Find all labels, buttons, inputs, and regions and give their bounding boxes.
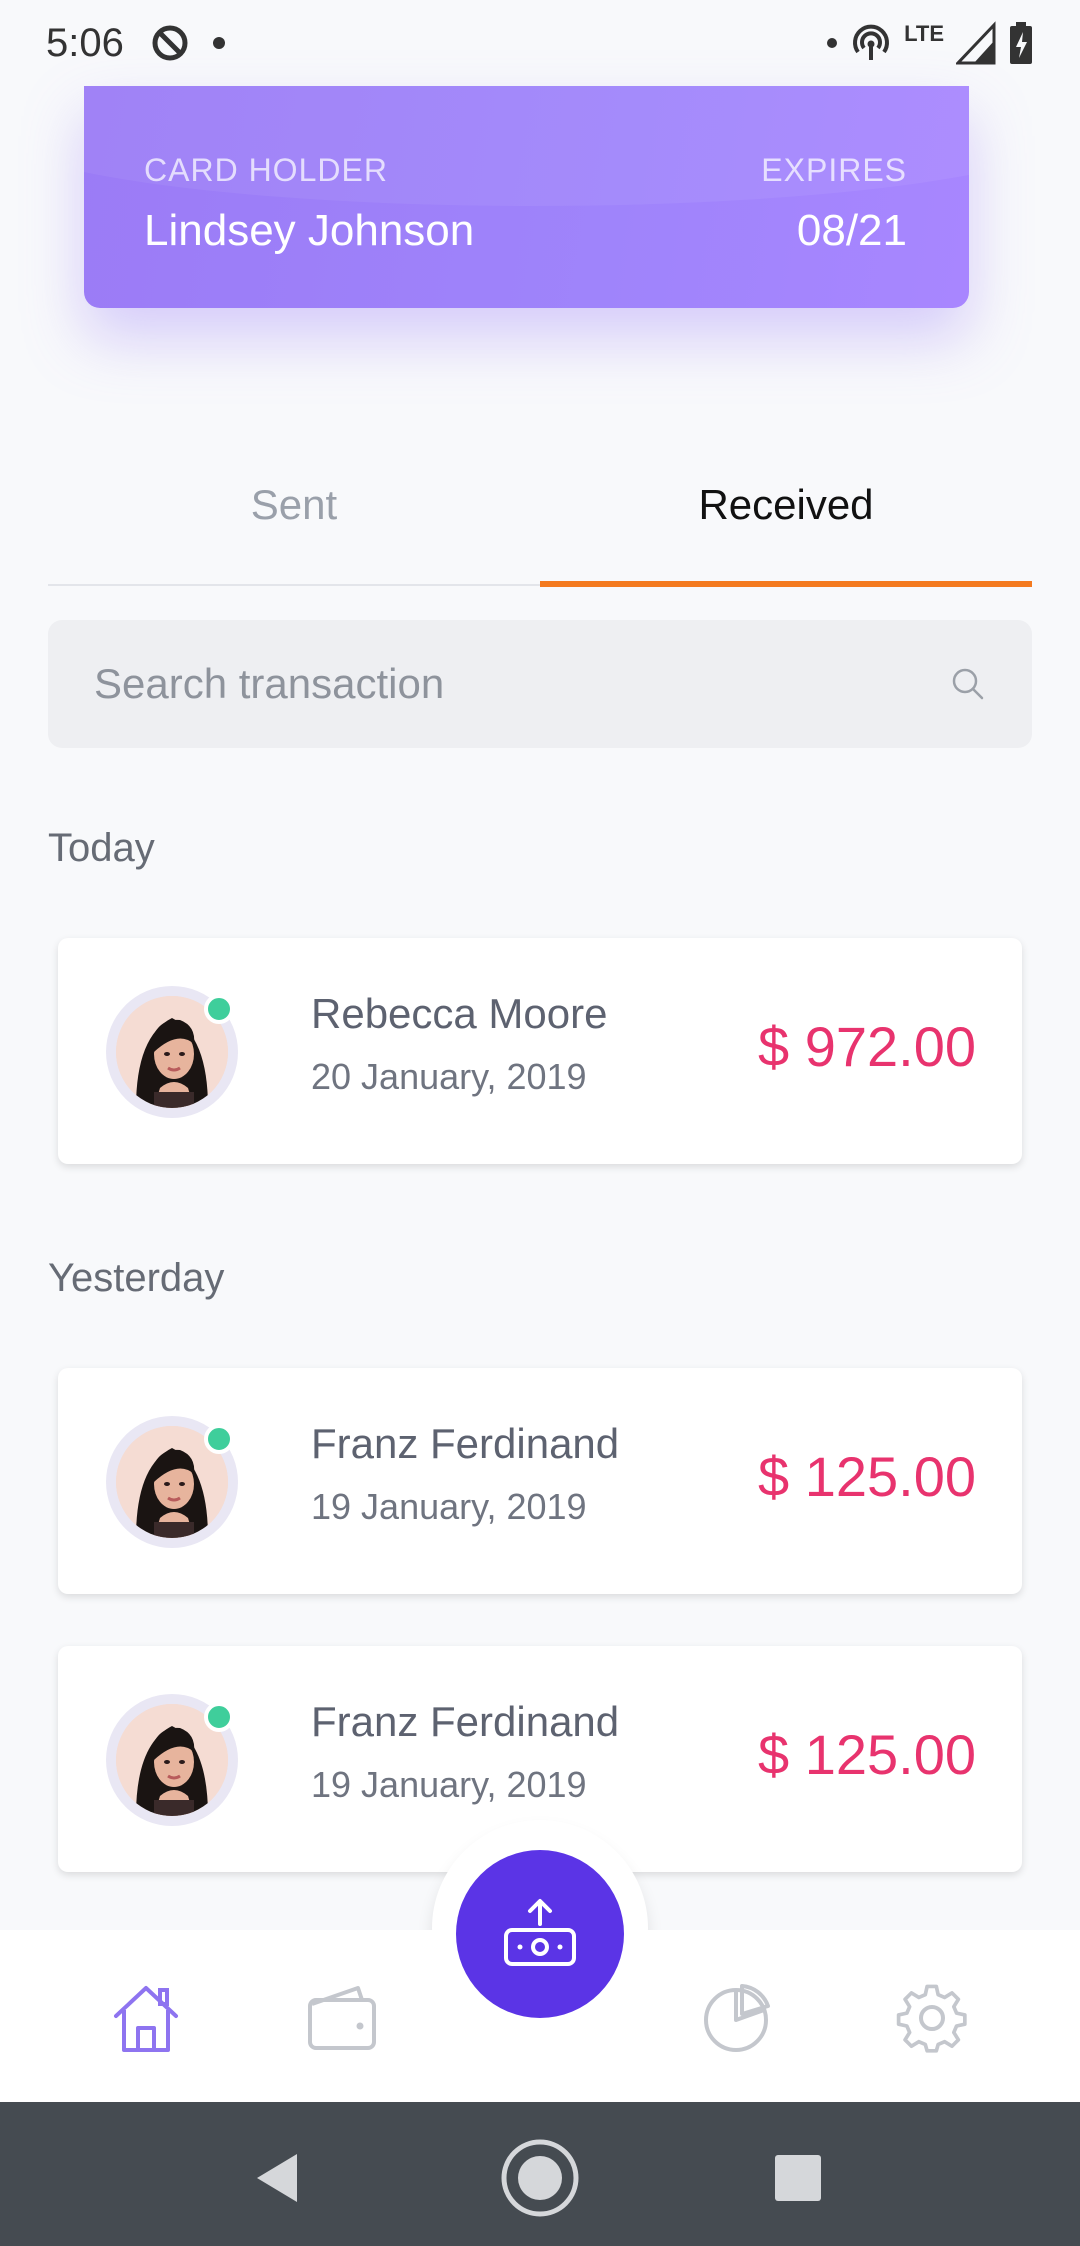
status-notification-icons [150,23,226,63]
tab-sent[interactable]: Sent [48,440,540,584]
card-holder-label: CARD HOLDER [144,152,388,188]
transaction-date: 20 January, 2019 [311,1056,587,1097]
transaction-name: Franz Ferdinand [311,1420,620,1467]
home-icon [114,1986,178,2052]
nav-home[interactable] [106,1978,186,2058]
transaction-amount: $ 125.00 [758,1445,976,1508]
transaction-name: Rebecca Moore [311,990,608,1037]
signal-icon [956,21,996,65]
transaction-date: 19 January, 2019 [311,1764,587,1805]
status-bar: 5:06 LTE [0,0,1080,86]
transaction-amount: $ 125.00 [758,1723,976,1786]
gear-icon [896,1984,967,2053]
search-input[interactable]: Search transaction [48,620,1032,748]
home-circle-icon [501,2139,579,2217]
do-not-disturb-icon [152,25,188,61]
transaction-tabs: Sent Received [48,440,1032,587]
send-money-icon [504,1899,576,1966]
system-home-button[interactable] [500,2138,580,2218]
online-status-dot [204,1702,234,1732]
transaction-card[interactable]: Franz Ferdinand 19 January, 2019 $ 125.0… [58,1368,1022,1594]
nav-statistics[interactable] [696,1978,776,2058]
avatar [106,986,238,1118]
online-status-dot [204,1424,234,1454]
system-back-button[interactable] [236,2138,316,2218]
send-money-button[interactable] [456,1850,624,2018]
network-type: LTE [904,21,944,46]
credit-card[interactable]: CARD HOLDER Lindsey Johnson EXPIRES 08/2… [84,86,969,308]
status-right-icons: LTE [826,21,1034,65]
avatar [106,1694,238,1826]
search-placeholder: Search transaction [94,660,445,707]
notification-dot-icon [212,37,225,49]
card-holder-name: Lindsey Johnson [144,206,475,255]
card-expires-label: EXPIRES [761,152,907,188]
pie-chart-icon [704,1984,770,2052]
status-time: 5:06 [46,20,124,65]
notification-dot-icon [827,38,838,48]
avatar [106,1416,238,1548]
card-expires-value: 08/21 [796,206,907,255]
recents-square-icon [775,2155,821,2201]
transaction-card[interactable]: Rebecca Moore 20 January, 2019 $ 972.00 [58,938,1022,1164]
section-title-yesterday: Yesterday [48,1256,225,1300]
hotspot-icon [853,24,890,60]
tab-received[interactable]: Received [540,440,1032,587]
transaction-name: Franz Ferdinand [311,1698,620,1745]
system-recents-button[interactable] [758,2138,838,2218]
search-icon[interactable] [950,666,986,702]
system-nav-bar [0,2102,1080,2246]
online-status-dot [204,994,234,1024]
section-title-today: Today [48,826,155,870]
battery-icon [1010,22,1032,64]
transaction-date: 19 January, 2019 [311,1486,587,1527]
back-triangle-icon [257,2154,297,2202]
wallet-icon [308,1986,376,2050]
transaction-amount: $ 972.00 [758,1015,976,1078]
nav-settings[interactable] [892,1978,972,2058]
nav-wallet[interactable] [302,1978,382,2058]
